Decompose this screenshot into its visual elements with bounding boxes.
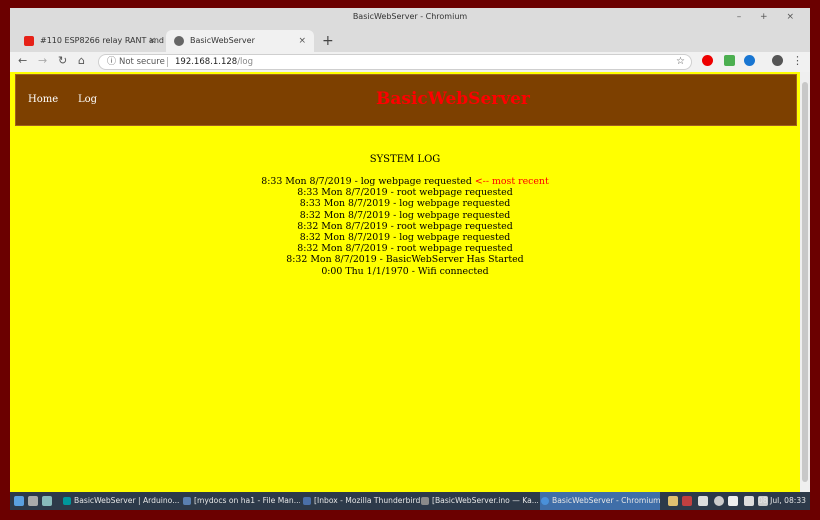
chromium-icon [541,497,549,505]
thunderbird-icon [303,497,311,505]
log-entry: 8:32 Mon 8/7/2019 - log webpage requeste… [10,210,800,221]
address-bar[interactable]: ⓘ Not secure 192.168.1.128/log ☆ [98,54,692,70]
log-entry: 0:00 Thu 1/1/1970 - Wifi connected [10,266,800,277]
info-icon[interactable]: ⓘ [107,55,116,69]
window-controls[interactable]: – + × [737,8,802,26]
log-entry-text: 8:32 Mon 8/7/2019 - BasicWebServer Has S… [286,254,524,266]
log-entry-text: 8:32 Mon 8/7/2019 - log webpage requeste… [299,209,511,221]
start-menu-icon[interactable] [14,496,24,506]
taskbar-item-arduino[interactable]: BasicWebServer | Arduino... [62,492,180,510]
text-editor-icon [421,497,429,505]
reload-button[interactable]: ↻ [58,54,67,67]
browser-toolbar: ← → ↻ ⌂ ⓘ Not secure 192.168.1.128/log ☆… [10,52,810,72]
url-text[interactable]: 192.168.1.128/log [175,55,253,69]
log-entry-text: 8:32 Mon 8/7/2019 - root webpage request… [297,220,513,232]
log-entry: 8:32 Mon 8/7/2019 - root webpage request… [10,243,800,254]
log-heading: SYSTEM LOG [369,154,441,165]
forward-button[interactable]: → [38,54,47,67]
web-page: Home Log BasicWebServer SYSTEM LOG 8:33 … [10,72,800,492]
log-entry-text: 8:33 Mon 8/7/2019 - root webpage request… [297,187,513,199]
font-tray-icon[interactable] [698,496,708,506]
log-entry-text: 8:32 Mon 8/7/2019 - log webpage requeste… [299,232,511,244]
tab-strip: #110 ESP8266 relay RANT and × BasicWebSe… [10,26,810,52]
taskbar-label: [mydocs on ha1 - File Man... [194,496,300,505]
log-list: 8:33 Mon 8/7/2019 - log webpage requeste… [10,176,800,277]
log-entry-text: 8:33 Mon 8/7/2019 - log webpage requeste… [299,198,511,210]
profile-avatar-icon[interactable] [772,55,783,66]
tab-basicwebserver[interactable]: BasicWebServer × [166,30,314,52]
window-title: BasicWebServer - Chromium [352,12,468,21]
close-tab-icon[interactable]: × [148,30,156,52]
battery-icon[interactable] [728,496,738,506]
mail-tray-icon[interactable] [744,496,754,506]
opera-extension-icon[interactable] [702,55,713,66]
taskbar-label: [Inbox - Mozilla Thunderbird] [314,496,420,505]
log-entry-text: 0:00 Thu 1/1/1970 - Wifi connected [321,265,489,277]
tab-youtube[interactable]: #110 ESP8266 relay RANT and × [16,30,164,52]
translate-extension-icon[interactable] [744,55,755,66]
title-bar: BasicWebServer - Chromium – + × [10,8,810,26]
back-button[interactable]: ← [18,54,27,67]
log-entry: 8:32 Mon 8/7/2019 - log webpage requeste… [10,232,800,243]
taskbar-label: [BasicWebServer.ino — Ka... [432,496,538,505]
taskbar-item-file-manager[interactable]: [mydocs on ha1 - File Man... [182,492,300,510]
page-scrollbar[interactable] [800,72,810,492]
log-entry: 8:33 Mon 8/7/2019 - log webpage requeste… [10,198,800,209]
bookmark-star-icon[interactable]: ☆ [676,55,685,69]
folder-icon [183,497,191,505]
log-entry-text: 8:32 Mon 8/7/2019 - root webpage request… [297,243,513,255]
scrollbar-thumb[interactable] [802,82,808,482]
taskbar-item-chromium[interactable]: BasicWebServer - Chromium [540,492,660,510]
divider [167,57,168,67]
home-button[interactable]: ⌂ [78,54,85,67]
nav-link-home[interactable]: Home [28,94,58,105]
taskbar-item-kate[interactable]: [BasicWebServer.ino — Ka... [420,492,538,510]
wifi-icon[interactable] [714,496,724,506]
url-path: /log [237,57,254,67]
new-tab-button[interactable]: + [322,30,334,52]
log-entry: 8:32 Mon 8/7/2019 - root webpage request… [10,221,800,232]
clock[interactable]: 08 Jul, 08:33 [758,492,806,510]
browser-window: BasicWebServer - Chromium – + × #110 ESP… [10,8,810,492]
arduino-icon [63,497,71,505]
log-entry: 8:33 Mon 8/7/2019 - root webpage request… [10,187,800,198]
file-manager-launcher-icon[interactable] [28,496,38,506]
security-label[interactable]: Not secure [119,55,165,69]
log-entry: 8:32 Mon 8/7/2019 - BasicWebServer Has S… [10,254,800,265]
site-title: BasicWebServer [376,89,530,109]
log-entry: 8:33 Mon 8/7/2019 - log webpage requeste… [10,176,800,187]
terminal-launcher-icon[interactable] [42,496,52,506]
site-header: Home Log BasicWebServer [15,74,797,126]
nav-link-log[interactable]: Log [78,94,97,105]
url-host: 192.168.1.128 [175,57,238,67]
globe-icon [174,36,184,46]
most-recent-marker: <-- most recent [474,176,549,187]
menu-icon[interactable]: ⋮ [792,54,803,67]
close-tab-icon[interactable]: × [298,30,306,52]
tab-label: #110 ESP8266 relay RANT and [40,36,164,45]
taskbar-item-thunderbird[interactable]: [Inbox - Mozilla Thunderbird] [302,492,420,510]
taskbar-label: BasicWebServer | Arduino... [74,496,180,505]
log-entry-text: 8:33 Mon 8/7/2019 - log webpage requeste… [261,176,472,187]
taskbar: BasicWebServer | Arduino... [mydocs on h… [10,492,810,510]
clipboard-tray-icon[interactable] [668,496,678,506]
youtube-icon [24,36,34,46]
tray-app-icon[interactable] [682,496,692,506]
taskbar-label: BasicWebServer - Chromium [552,496,660,505]
extension-icon[interactable] [724,55,735,66]
tab-label: BasicWebServer [190,36,255,45]
